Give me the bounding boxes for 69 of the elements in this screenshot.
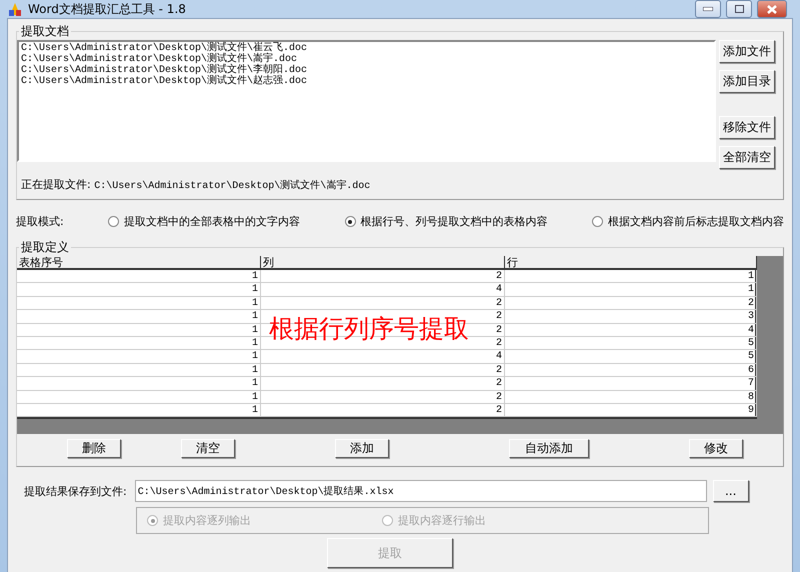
table-button[interactable]: 删除 bbox=[67, 439, 121, 458]
table-cell: 2 bbox=[261, 404, 505, 418]
close-icon bbox=[767, 4, 777, 14]
radio-label[interactable]: 提取文档中的全部表格中的文字内容 bbox=[124, 214, 300, 229]
table-cell: 4 bbox=[261, 283, 505, 297]
table-button[interactable]: 清空 bbox=[181, 439, 235, 458]
table-cell: 6 bbox=[505, 364, 757, 378]
table-button[interactable]: 自动添加 bbox=[509, 439, 589, 458]
radio-button[interactable] bbox=[592, 216, 603, 227]
table-cell: 2 bbox=[261, 377, 505, 391]
table-cell: 1 bbox=[17, 310, 261, 324]
table-button[interactable]: 修改 bbox=[689, 439, 743, 458]
save-path-field[interactable]: C:\Users\Administrator\Desktop\提取结果.xlsx bbox=[134, 480, 707, 502]
table-cell: 1 bbox=[17, 283, 261, 297]
group-label: 提取定义 bbox=[20, 239, 70, 256]
table-cell: 4 bbox=[505, 324, 757, 337]
table-cell: 1 bbox=[505, 283, 757, 297]
table-cell: 1 bbox=[17, 296, 261, 310]
minimize-icon bbox=[703, 7, 713, 11]
radio-button[interactable] bbox=[108, 216, 120, 227]
mode-label: 提取模式: bbox=[16, 214, 64, 229]
file-item[interactable]: C:\Users\Administrator\Desktop\测试文件\嵩宇.doc bbox=[21, 54, 712, 65]
browse-button[interactable]: ... bbox=[712, 480, 749, 502]
table-cell: 1 bbox=[17, 377, 261, 391]
table-cell: 4 bbox=[261, 350, 505, 364]
current-file-label: 正在提取文件: bbox=[21, 178, 91, 191]
table-cell: 1 bbox=[17, 270, 261, 284]
table-cell: 1 bbox=[17, 324, 261, 337]
side-button[interactable]: 全部清空 bbox=[719, 146, 775, 169]
table-cell: 9 bbox=[505, 404, 757, 418]
file-item[interactable]: C:\Users\Administrator\Desktop\测试文件\崔云飞.doc bbox=[21, 43, 712, 54]
side-button[interactable]: 添加目录 bbox=[719, 70, 775, 93]
current-file-path: C:\Users\Administrator\Desktop\测试文件\嵩宇.doc bbox=[94, 181, 370, 192]
window-title: Word文档提取汇总工具 - 1.8 bbox=[28, 0, 187, 18]
table-cell: 1 bbox=[17, 336, 261, 350]
table-cell: 3 bbox=[505, 310, 757, 324]
side-button[interactable]: 添加文件 bbox=[719, 40, 775, 63]
table-cell: 7 bbox=[505, 377, 757, 391]
table-cell: 2 bbox=[261, 390, 505, 404]
table-cell: 1 bbox=[17, 390, 261, 404]
close-button[interactable] bbox=[757, 0, 787, 18]
table-cell: 1 bbox=[17, 350, 261, 364]
minimize-button[interactable] bbox=[695, 0, 721, 18]
maximize-button[interactable] bbox=[726, 0, 752, 18]
table-cell: 2 bbox=[505, 296, 757, 310]
column-header[interactable]: 列 bbox=[261, 256, 505, 270]
side-button[interactable]: 移除文件 bbox=[719, 116, 775, 139]
table-cell: 5 bbox=[505, 350, 757, 364]
radio-label[interactable]: 根据行号、列号提取文档中的表格内容 bbox=[360, 214, 548, 229]
table-button[interactable]: 添加 bbox=[335, 439, 389, 458]
table-cell: 1 bbox=[17, 364, 261, 378]
table-cell: 1 bbox=[505, 270, 757, 284]
table-cell: 2 bbox=[261, 296, 505, 310]
file-item[interactable]: C:\Users\Administrator\Desktop\测试文件\李朝阳.doc bbox=[21, 65, 712, 76]
table-cell: 8 bbox=[505, 390, 757, 404]
column-header[interactable]: 表格序号 bbox=[17, 256, 261, 270]
group-label: 提取文档 bbox=[20, 23, 70, 40]
save-label: 提取结果保存到文件: bbox=[24, 484, 127, 498]
column-header[interactable]: 行 bbox=[505, 256, 757, 270]
table-cell: 2 bbox=[261, 270, 505, 284]
file-list[interactable]: C:\Users\Administrator\Desktop\测试文件\崔云飞.doc C:\Users\Administrator\Desktop\测试文件\嵩宇.doc C:\Users\Administrator\Desktop\测试文件\李朝阳.doc C:\Users\Administrator\Desktop\测试文件\赵志强.doc bbox=[17, 40, 716, 162]
table-cell: 5 bbox=[505, 336, 757, 350]
radio-button[interactable] bbox=[344, 216, 356, 227]
table-cell: 2 bbox=[261, 364, 505, 378]
table-cell: 1 bbox=[17, 404, 261, 418]
radio-label[interactable]: 根据文档内容前后标志提取文档内容 bbox=[608, 214, 784, 229]
maximize-icon bbox=[734, 5, 744, 13]
app-icon bbox=[7, 1, 23, 17]
file-item[interactable]: C:\Users\Administrator\Desktop\测试文件\赵志强.doc bbox=[21, 76, 712, 87]
